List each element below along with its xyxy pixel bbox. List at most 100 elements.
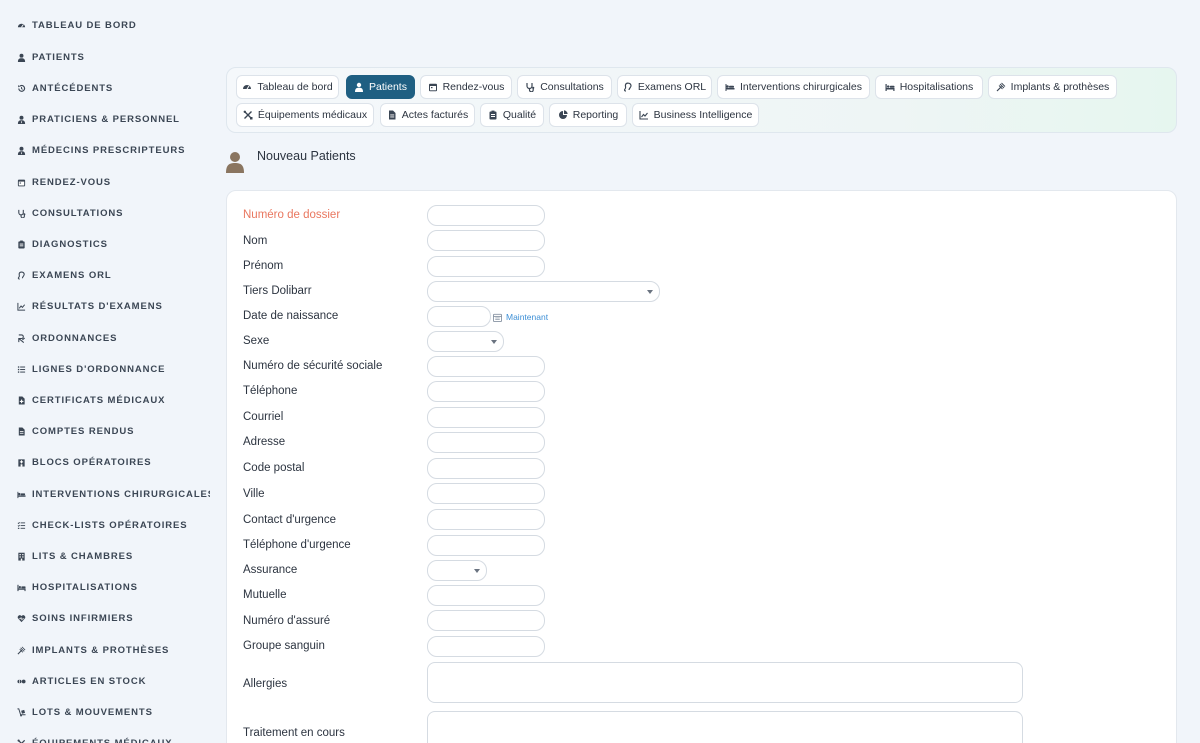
sidebar-item[interactable]: ORDONNANCES [16,328,117,348]
date-naissance-input[interactable] [427,306,491,327]
stethoscope-icon [16,208,26,218]
bed-icon [16,584,26,591]
sidebar-item[interactable]: PATIENTS [16,47,85,67]
numero-dossier-input[interactable] [427,205,545,226]
ear-icon [17,271,25,280]
sidebar-item-label: ARTICLES EN STOCK [32,675,147,687]
chart-line-icon [16,301,26,311]
sidebar-item[interactable]: LOTS & MOUVEMENTS [16,702,153,722]
user-icon [354,82,364,92]
assurance-select[interactable] [427,560,487,581]
sidebar-item[interactable]: MÉDECINS PRESCRIPTEURS [16,140,185,160]
patient-form: Numéro de dossier Nom Prénom Tiers Dolib… [226,190,1177,743]
list-icon [17,365,25,373]
telephone-input[interactable] [427,381,545,402]
sidebar-item[interactable]: CHECK-LISTS OPÉRATOIRES [16,515,187,535]
sidebar-item[interactable]: RENDEZ-VOUS [16,172,111,192]
tab-label: Qualité [502,109,537,121]
ear-icon [623,82,633,92]
courriel-input[interactable] [427,407,545,428]
contact-urgence-input[interactable] [427,509,545,530]
user-md-icon [16,145,26,155]
sidebar-item[interactable]: PRATICIENS & PERSONNEL [16,109,180,129]
nom-input[interactable] [427,230,545,251]
dashboard-icon [243,85,252,90]
label-courriel: Courriel [243,411,284,423]
tab[interactable]: Tableau de bord [236,75,339,99]
history-icon [16,83,26,93]
sidebar-item[interactable]: ANTÉCÉDENTS [16,78,113,98]
tiers-dolibarr-select[interactable] [427,281,660,302]
label-securite-sociale: Numéro de sécurité sociale [243,360,383,372]
sidebar-item-label: CERTIFICATS MÉDICAUX [32,394,166,406]
sidebar-item-label: HOSPITALISATIONS [32,581,138,593]
tab[interactable]: Business Intelligence [632,103,759,127]
groupe-sanguin-input[interactable] [427,636,545,657]
ville-input[interactable] [427,483,545,504]
sidebar-item-label: RENDEZ-VOUS [32,176,112,188]
tab[interactable]: Implants & prothèses [988,75,1117,99]
sidebar-item[interactable]: TABLEAU DE BORD [16,15,137,35]
allergies-textarea[interactable] [427,662,1023,703]
label-ville: Ville [243,488,265,500]
sidebar-item[interactable]: EXAMENS ORL [16,265,112,285]
user-icon [17,53,25,62]
tab-label: Tableau de bord [257,81,333,93]
hospital-icon [16,457,26,467]
sidebar-item[interactable]: HOSPITALISATIONS [16,577,138,597]
list-icon [16,364,26,374]
label-allergies: Allergies [243,678,288,690]
tab[interactable]: Reporting [549,103,627,127]
code-postal-input[interactable] [427,458,545,479]
procedures-icon [725,84,735,91]
sidebar-item[interactable]: RÉSULTATS D'EXAMENS [16,296,163,316]
sidebar-item[interactable]: CERTIFICATS MÉDICAUX [16,390,165,410]
now-link-label: Maintenant [506,312,549,322]
prenom-input[interactable] [427,256,545,277]
sidebar-item[interactable]: IMPLANTS & PROTHÈSES [16,640,169,660]
traitement-textarea[interactable] [427,711,1023,743]
sexe-select[interactable] [427,331,504,352]
tab-label: Implants & prothèses [1010,81,1110,93]
tab[interactable]: Examens ORL [617,75,712,99]
sidebar-item[interactable]: DIAGNOSTICS [16,234,108,254]
sidebar-item[interactable]: SOINS INFIRMIERS [16,608,134,628]
sidebar-item[interactable]: CONSULTATIONS [16,203,123,223]
implant-icon [17,646,25,654]
tab[interactable]: Qualité [480,103,544,127]
tab-label: Reporting [572,109,619,121]
tab[interactable]: Actes facturés [380,103,475,127]
now-date-link[interactable]: Maintenant [493,312,548,322]
sidebar-item[interactable]: INTERVENTIONS CHIRURGICALES [16,484,210,504]
telephone-urgence-input[interactable] [427,535,545,556]
tab[interactable]: Patients [346,75,415,99]
label-traitement-en-cours: Traitement en cours [243,727,345,739]
tab-label: Consultations [540,81,604,93]
tab[interactable]: Consultations [517,75,612,99]
tab-label: Business Intelligence [653,109,753,121]
securite-sociale-input[interactable] [427,356,545,377]
sidebar-item-label: ÉQUIPEMENTS MÉDICAUX [32,737,173,743]
label-code-postal: Code postal [243,462,305,474]
tab[interactable]: Interventions chirurgicales [717,75,870,99]
sidebar-item[interactable]: ARTICLES EN STOCK [16,671,146,691]
tab[interactable]: Équipements médicaux [236,103,374,127]
dolly-icon [16,707,26,717]
mutuelle-input[interactable] [427,585,545,606]
prescription-icon [16,333,26,343]
sidebar-item-label: INTERVENTIONS CHIRURGICALES [32,488,210,500]
numero-assure-input[interactable] [427,610,545,631]
sidebar-item[interactable]: COMPTES RENDUS [16,421,134,441]
sidebar-item-label: MÉDECINS PRESCRIPTEURS [32,144,186,156]
sidebar-item[interactable]: LITS & CHAMBRES [16,546,133,566]
sidebar-item[interactable]: ÉQUIPEMENTS MÉDICAUX [16,733,172,743]
tab[interactable]: Hospitalisations [875,75,983,99]
tab[interactable]: Rendez-vous [420,75,512,99]
tab-label: Actes facturés [401,109,469,121]
implant-icon [996,82,1005,92]
adresse-input[interactable] [427,432,545,453]
label-contact-urgence: Contact d'urgence [243,514,336,526]
sidebar-item[interactable]: LIGNES D'ORDONNANCE [16,359,165,379]
label-nom: Nom [243,235,268,247]
sidebar-item[interactable]: BLOCS OPÉRATOIRES [16,452,151,472]
